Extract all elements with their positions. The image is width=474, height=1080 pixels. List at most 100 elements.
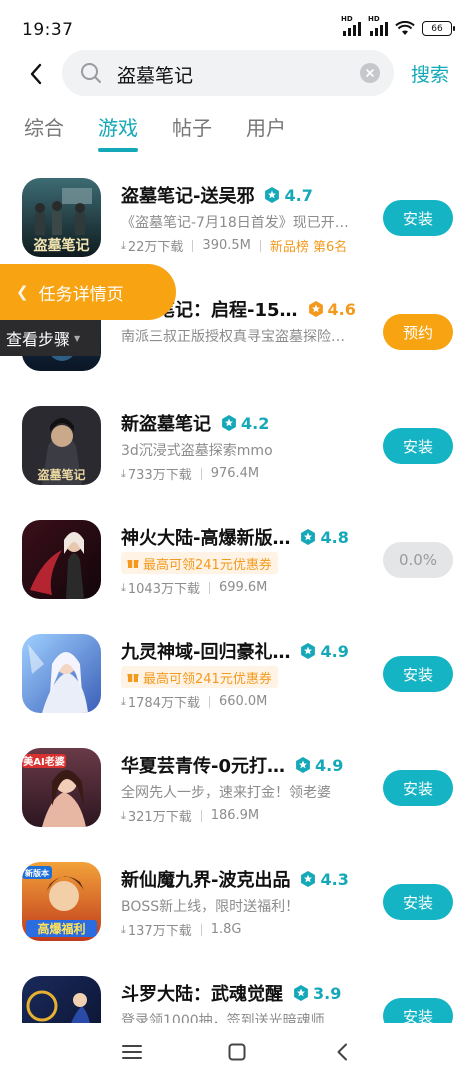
search-button[interactable]: 搜索 [411,60,449,87]
rating: 4.8 [300,527,349,547]
rating-value: 4.6 [327,299,356,319]
download-icon: ⤓ [121,580,126,594]
coupon-text: 最高可领241元优惠券 [143,671,272,687]
divider [200,467,202,480]
reserve-button[interactable]: 预约 [383,314,453,350]
star-badge-icon [222,415,236,431]
app-size: 660.0M [218,694,268,709]
system-nav-bar [0,1024,474,1080]
app-title: 盗墓笔记-送吴邪 4.7 [121,182,313,208]
battery-level: 66 [431,23,443,34]
close-icon [366,69,374,77]
divider [208,695,210,708]
app-icon: 新版本 高爆福利 [22,862,101,941]
install-button[interactable]: 安装 [383,998,453,1023]
divider [208,581,210,594]
caret-down-icon: ▼ [74,333,81,343]
app-icon-text: 新版本 [25,868,49,878]
install-button[interactable]: 安装 [383,200,453,236]
tab-games[interactable]: 游戏 [98,112,138,152]
divider [192,239,194,252]
view-steps-button[interactable]: 查看步骤 ▼ [0,320,100,356]
rating: 4.3 [300,870,349,889]
list-item[interactable]: 九灵神域-回归豪礼… 4.9 最高可领241元优惠券 ⤓ 1784万下载 660… [0,628,474,742]
app-description: 《盗墓笔记-7月18日首发》现已开… [121,215,349,231]
back-button[interactable] [20,58,52,90]
install-button[interactable]: 安装 [383,884,453,920]
task-detail-label: 任务详情页 [38,284,124,305]
menu-nav-button[interactable] [120,1042,144,1062]
app-title: 华夏芸青传-0元打… 4.9 [121,752,343,778]
rating: 4.6 [308,300,356,319]
app-title: 九灵神域-回归豪礼… 4.9 [121,638,349,664]
rank-badge: 新品榜 第6名 [269,240,348,255]
app-size: 390.5M [202,238,251,253]
star-badge-icon [265,187,280,203]
rating: 3.9 [293,984,341,1003]
download-count: 22万下载 [127,240,184,255]
coupon-badge: 最高可领241元优惠券 [121,552,278,574]
app-meta: ⤓ 137万下载 1.8G [121,920,241,939]
list-item[interactable]: 新版本 高爆福利 新仙魔九界-波克出品 4.3 BOSS新上线，限时送福利！ ⤓… [0,856,474,970]
rating-value: 4.7 [284,185,313,205]
home-icon [228,1043,246,1061]
app-title: 新仙魔九界-波克出品 4.3 [121,866,349,892]
app-size: 1.8G [210,922,242,937]
app-icon: 盗墓笔记 [22,406,101,485]
install-button[interactable]: 安装 [383,770,453,806]
task-detail-button[interactable]: ❮ 任务详情页 [0,264,176,320]
signal-hd-label-2: HD [368,15,380,23]
list-item[interactable]: 美AI老婆 华夏芸青传-0元打… 4.9 全网先人一步，速来打金！领老婆 ⤓ 3… [0,742,474,856]
app-title: 神火大陆-高爆新版… 4.8 [121,524,349,550]
app-meta: ⤓ 22万下载 390.5M 新品榜 第6名 [121,236,347,255]
back-icon [337,1043,347,1061]
home-nav-button[interactable] [225,1042,249,1062]
back-nav-button[interactable] [330,1042,354,1062]
app-icon [22,634,101,713]
status-icons: HD HD 66 [341,15,455,36]
download-progress-button[interactable]: 0.0% [383,542,453,578]
app-size: 976.4M [210,466,260,481]
search-icon [81,63,101,83]
app-name: 斗罗大陆：武魂觉醒 [121,984,283,1005]
clear-icon[interactable] [360,63,380,83]
app-meta: ⤓ 1043万下载 699.6M [121,578,267,597]
star-badge-icon [301,643,316,659]
app-name: 九灵神域-回归豪礼… [121,642,291,663]
rating-value: 4.8 [320,527,349,547]
rating: 4.9 [300,642,349,661]
tab-users[interactable]: 用户 [246,112,286,150]
menu-icon [122,1045,142,1059]
divider [259,239,261,252]
list-item[interactable]: 神火大陆-高爆新版… 4.8 最高可领241元优惠券 ⤓ 1043万下载 699… [0,514,474,628]
download-count: 321万下载 [127,810,192,825]
wifi-icon [395,21,415,35]
search-input[interactable]: 盗墓笔记 [62,50,394,96]
install-button[interactable]: 安装 [383,656,453,692]
app-icon-text: 盗墓笔记 [34,237,90,254]
download-icon: ⤓ [121,694,126,708]
app-name: 盗墓笔记-送吴邪 [121,186,255,207]
app-name: 华夏芸青传-0元打… [121,756,285,777]
app-icon: 盗墓笔记 [22,178,101,257]
app-description: 全网先人一步，速来打金！领老婆 [121,785,331,801]
download-icon: ⤓ [121,466,126,480]
view-steps-label: 查看步骤 [6,330,71,349]
tab-all[interactable]: 综合 [24,112,64,150]
star-badge-icon [308,301,323,317]
divider [200,923,202,936]
tab-posts[interactable]: 帖子 [172,112,212,150]
download-icon: ⤓ [121,808,126,822]
chevron-left-icon: ❮ [16,283,29,301]
list-item[interactable]: 斗罗大陆：武魂觉醒 3.9 登录领1000抽，签到送光暗魂师 安装 [0,970,474,1023]
app-size: 699.6M [218,580,268,595]
status-time: 19:37 [22,20,74,40]
app-meta: ⤓ 321万下载 186.9M [121,806,259,825]
install-button[interactable]: 安装 [383,428,453,464]
coupon-badge: 最高可领241元优惠券 [121,666,278,688]
app-icon-text: 高爆福利 [37,921,85,936]
app-icon-text: 美AI老婆 [23,755,64,768]
list-item[interactable]: 盗墓笔记 新盗墓笔记 4.2 3d沉浸式盗墓探索mmo ⤓ 733万下载 976… [0,400,474,514]
battery-icon: 66 [422,21,455,36]
app-description: 登录领1000抽，签到送光暗魂师 [121,1013,325,1023]
